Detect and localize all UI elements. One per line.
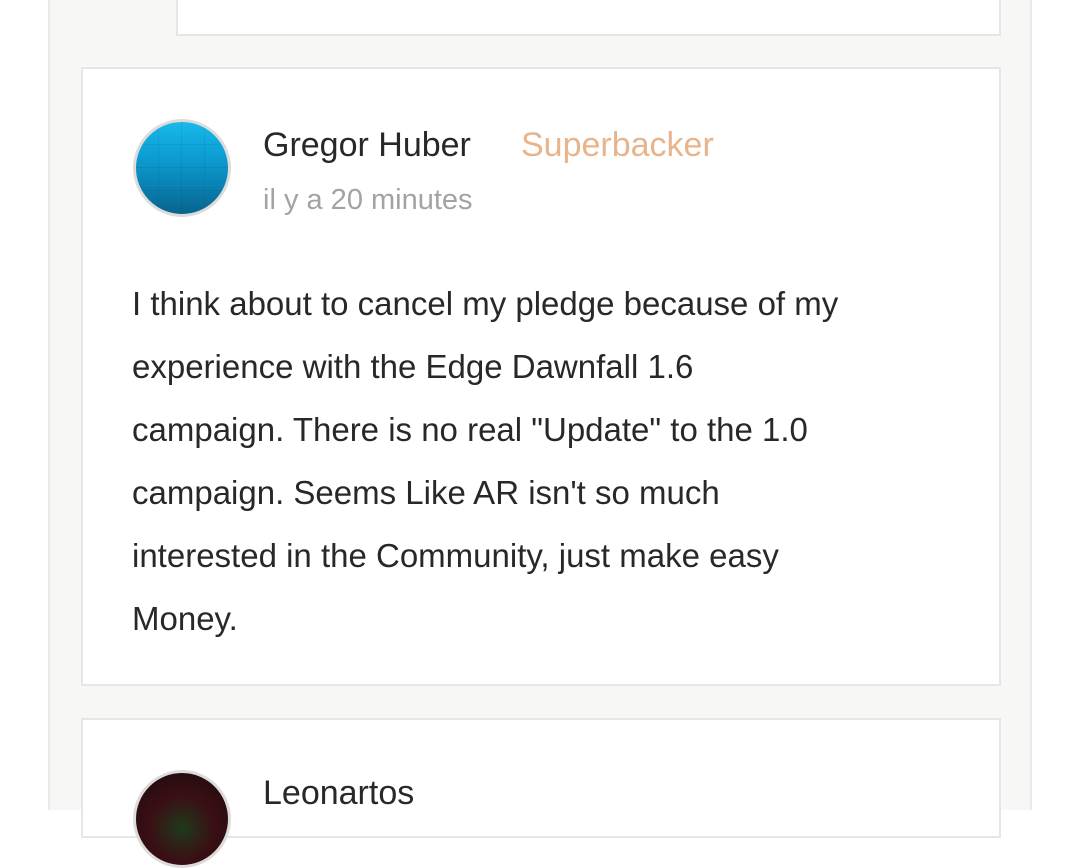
comment-author[interactable]: Gregor Huber [263,126,471,165]
comment-card: Gregor Huber Superbacker il y a 20 minut… [81,67,1001,686]
comment-body-line: campaign. There is no real "Update" to t… [132,411,808,448]
previous-reply-card [176,0,1001,36]
comment-body-line: I think about to cancel my pledge becaus… [132,285,839,322]
superbacker-badge: Superbacker [521,126,714,164]
avatar[interactable] [133,770,231,868]
comment-body-line: campaign. Seems Like AR isn't so much [132,474,720,511]
comment-body-line: experience with the Edge Dawnfall 1.6 [132,348,694,385]
comment-author[interactable]: Leonartos [263,774,414,813]
comment-body: I think about to cancel my pledge becaus… [132,272,962,650]
comment-body-line: interested in the Community, just make e… [132,537,779,574]
comment-body-line: Money. [132,600,238,637]
comment-timestamp[interactable]: il y a 20 minutes [263,184,473,217]
comment-card: Leonartos [81,718,1001,868]
avatar[interactable] [133,119,231,217]
